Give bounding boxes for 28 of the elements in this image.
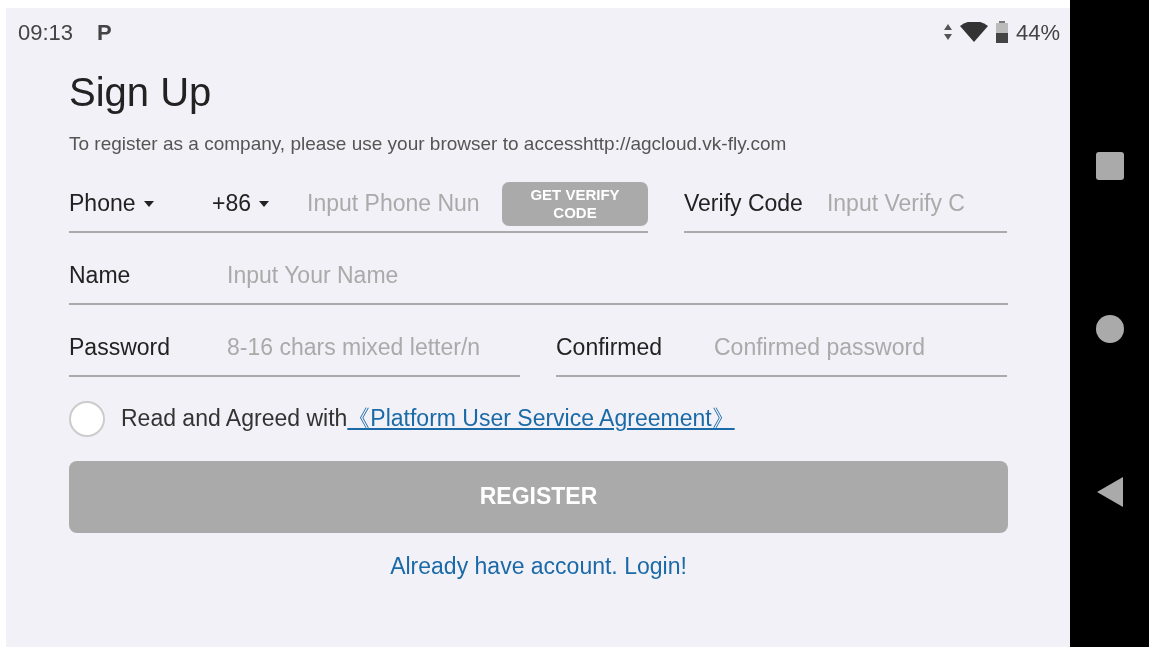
phone-input[interactable]: Input Phone Nun [307, 186, 497, 221]
data-arrows-icon [943, 24, 952, 40]
password-input[interactable]: 8-16 chars mixed letter/n [227, 330, 512, 365]
agreement-link[interactable]: 《Platform User Service Agreement》 [347, 401, 735, 436]
field-label: Confirmed [556, 333, 664, 363]
circle-icon[interactable] [1095, 314, 1124, 343]
battery-level: 44% [1015, 18, 1060, 47]
phone-type-dropdown[interactable]: Phone [69, 186, 212, 221]
notification-icon: P [97, 15, 112, 49]
notice-text: To register as a company, please use your browser to accesshttp://agcloud.vk-fly.com [69, 132, 788, 156]
confirm-password-input[interactable]: Confirmed password [714, 330, 999, 365]
battery-icon [995, 21, 1008, 43]
login-link[interactable]: Already have account. Login! [390, 552, 687, 579]
square-icon[interactable] [1095, 152, 1124, 180]
back-icon[interactable] [1096, 477, 1123, 507]
page-title: Sign Up [69, 69, 213, 116]
verify-code-input[interactable]: Input Verify C [826, 186, 977, 221]
agree-checkbox[interactable] [69, 400, 105, 437]
name-input[interactable]: Input Your Name [227, 258, 1008, 293]
country-code-dropdown[interactable]: +86 [212, 186, 307, 221]
field-label: Name [69, 261, 132, 291]
field-label: Verify Code [684, 189, 803, 219]
agreement-text: Read and Agreed with [121, 404, 348, 434]
status-time: 09:13 [18, 18, 74, 47]
wifi-icon [959, 22, 988, 42]
caret-icon [259, 200, 269, 207]
field-label: Password [69, 333, 171, 363]
caret-icon [143, 200, 154, 207]
